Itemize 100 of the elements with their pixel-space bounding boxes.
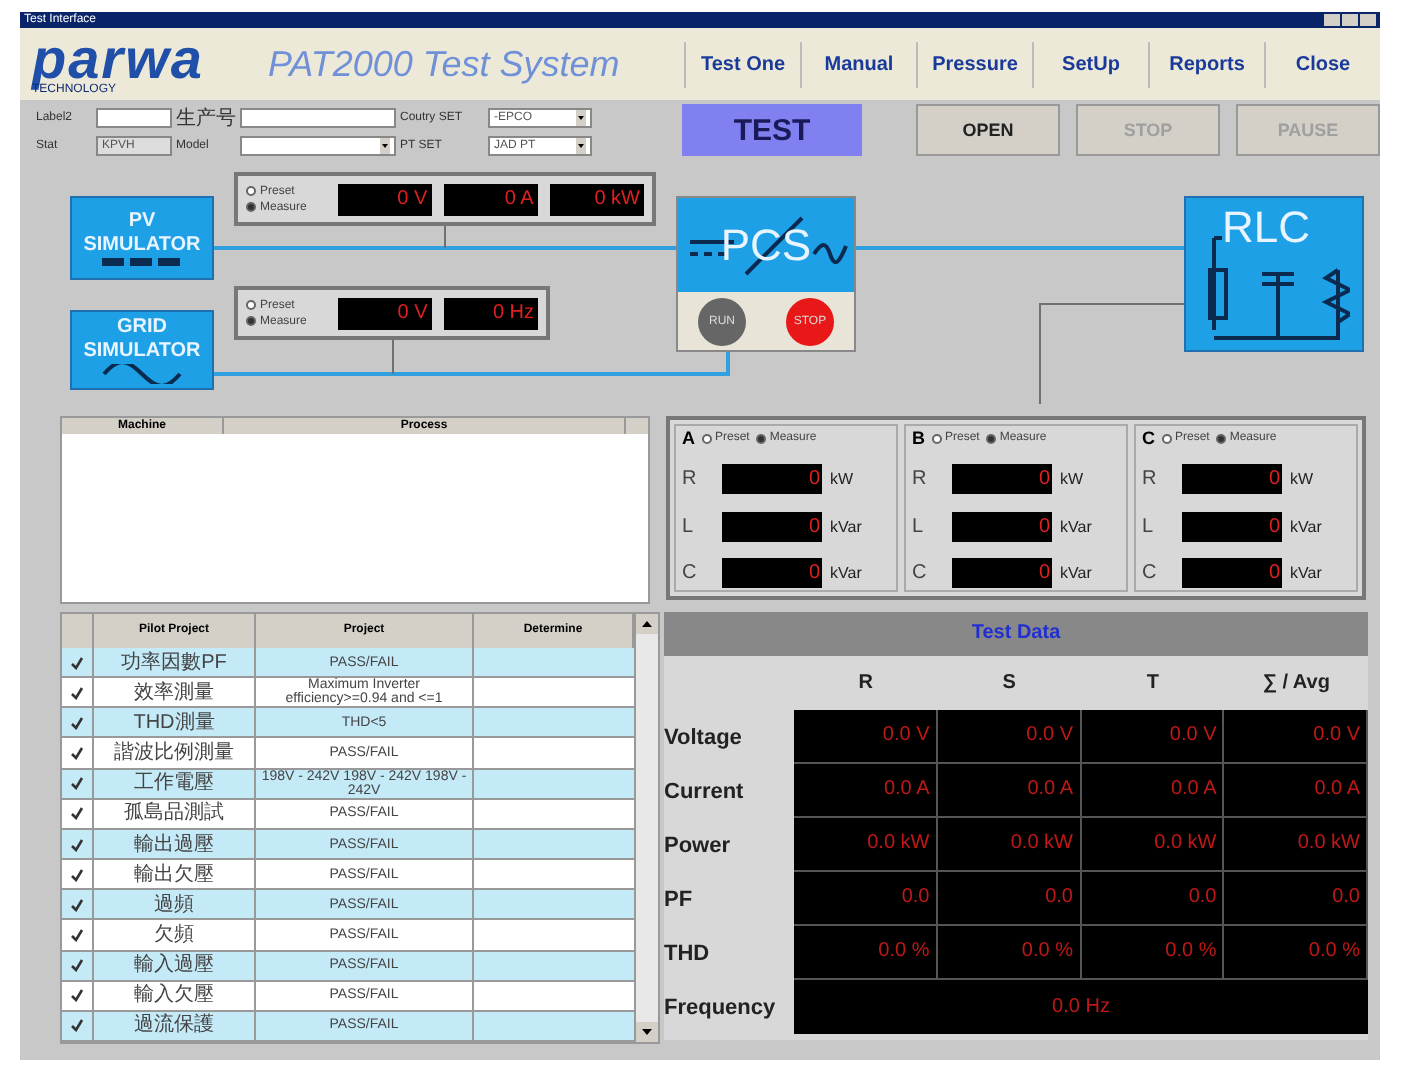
row-label: R <box>682 468 699 491</box>
phase-label: B <box>912 428 925 448</box>
table-cell: 諧波比例測量 <box>94 738 256 768</box>
digital-display: 0 <box>1182 511 1282 542</box>
action-button[interactable]: OPEN <box>916 104 1060 156</box>
check-icon[interactable] <box>70 746 84 761</box>
digital-display: 0.0 % <box>1081 926 1225 980</box>
table-cell: 輸入欠壓 <box>94 981 256 1010</box>
menu-item[interactable]: SetUp <box>1032 41 1148 87</box>
digital-display: 0.0 <box>794 872 938 926</box>
radio-button[interactable] <box>246 202 256 212</box>
check-icon[interactable] <box>70 1018 84 1033</box>
unit-label: kVar <box>1060 517 1092 536</box>
unit-label: kW <box>1290 470 1314 489</box>
check-icon[interactable] <box>70 988 84 1003</box>
check-icon[interactable] <box>70 806 84 821</box>
radio-button[interactable] <box>701 433 711 443</box>
check-icon[interactable] <box>70 685 84 700</box>
row-label: THD <box>664 939 712 969</box>
radio-button[interactable] <box>1215 433 1226 443</box>
sine-wave-icon <box>102 364 182 384</box>
digital-display: 0.0 <box>937 872 1081 926</box>
logo: parwa <box>32 31 206 87</box>
digital-display: 0.0 kW <box>937 818 1081 872</box>
dropdown-field[interactable] <box>240 136 396 156</box>
radio-button[interactable] <box>246 300 256 310</box>
column-header: T <box>1144 670 1161 698</box>
radio-button[interactable] <box>985 433 996 443</box>
input-field[interactable] <box>240 108 396 128</box>
digital-display: 0 Hz <box>443 297 538 329</box>
radio-button[interactable] <box>246 186 256 196</box>
check-icon[interactable] <box>70 958 84 973</box>
table-cell: 孤島品測試 <box>94 799 256 828</box>
check-icon[interactable] <box>70 776 84 791</box>
panel-title: Test Data <box>664 612 1368 656</box>
digital-display: 0.0 % <box>794 926 938 980</box>
phase-label: C <box>1142 428 1155 448</box>
digital-display: 0 <box>952 511 1052 542</box>
row-label: C <box>682 561 699 584</box>
digital-display: 0.0 V <box>937 710 1081 764</box>
check-icon[interactable] <box>70 715 84 730</box>
menu-item[interactable]: Pressure <box>916 41 1032 87</box>
row-label: PF <box>664 885 695 915</box>
digital-display: 0.0 Hz <box>794 980 1368 1034</box>
dropdown-arrow-icon <box>380 138 390 154</box>
digital-display: 0.0 <box>1081 872 1225 926</box>
check-icon[interactable] <box>70 897 84 912</box>
dropdown-arrow-icon <box>576 110 586 126</box>
table-cell: THD測量 <box>94 708 256 737</box>
menu-item[interactable]: Reports <box>1148 41 1264 87</box>
input-field[interactable] <box>96 108 172 128</box>
table-cell: 輸出過壓 <box>94 829 256 859</box>
digital-display: 0 kW <box>549 183 644 215</box>
menu-item[interactable]: Manual <box>800 41 916 87</box>
unit-label: kW <box>1060 470 1084 489</box>
digital-display: 0 <box>722 464 822 495</box>
radio-button[interactable] <box>246 316 256 326</box>
column-header: R <box>856 670 875 698</box>
digital-display: 0 V <box>337 297 432 329</box>
row-label: C <box>912 561 929 584</box>
product-title: PAT2000 Test System <box>268 43 622 85</box>
table-cell: 欠頻 <box>94 920 256 950</box>
row-label: C <box>1142 561 1159 584</box>
radio-button[interactable] <box>931 433 941 443</box>
digital-display: 0 <box>1182 464 1282 495</box>
phase-label: A <box>682 428 695 448</box>
unit-label: kVar <box>1060 563 1092 582</box>
scroll-up-icon[interactable] <box>636 614 658 634</box>
unit-label: kVar <box>1290 563 1322 582</box>
radio-button[interactable] <box>755 433 766 443</box>
digital-display: 0 <box>952 557 1052 588</box>
digital-display: 0.0 V <box>1081 710 1225 764</box>
digital-display: 0.0 A <box>794 764 938 818</box>
unit-label: kVar <box>1290 517 1322 536</box>
digital-display: 0 <box>722 557 822 588</box>
check-icon[interactable] <box>70 655 84 670</box>
table-cell: 過流保護 <box>94 1011 256 1041</box>
check-icon[interactable] <box>70 837 84 852</box>
dropdown-arrow-icon <box>576 138 586 154</box>
check-icon[interactable] <box>70 927 84 942</box>
digital-display: 0.0 A <box>1224 764 1368 818</box>
action-button[interactable]: TEST <box>682 104 862 156</box>
row-label: L <box>912 515 926 538</box>
check-icon[interactable] <box>70 867 84 882</box>
digital-display: 0.0 % <box>1224 926 1368 980</box>
row-label: Power <box>664 831 733 861</box>
unit-label: kVar <box>830 517 862 536</box>
block-label: PV SIMULATOR <box>82 209 202 257</box>
table-cell: 過頻 <box>94 890 256 919</box>
column-header: S <box>1000 670 1018 698</box>
menu-item[interactable]: Close <box>1264 41 1380 87</box>
scrollbar[interactable] <box>634 614 658 1042</box>
digital-display: 0.0 kW <box>1081 818 1225 872</box>
dc-symbol-icon <box>102 257 182 267</box>
row-label: Voltage <box>664 723 744 753</box>
radio-button[interactable] <box>1161 433 1171 443</box>
unit-label: kVar <box>830 563 862 582</box>
scroll-down-icon[interactable] <box>636 1022 658 1042</box>
menu-item[interactable]: Test One <box>684 41 800 87</box>
column-header: ∑ / Avg <box>1260 670 1332 698</box>
